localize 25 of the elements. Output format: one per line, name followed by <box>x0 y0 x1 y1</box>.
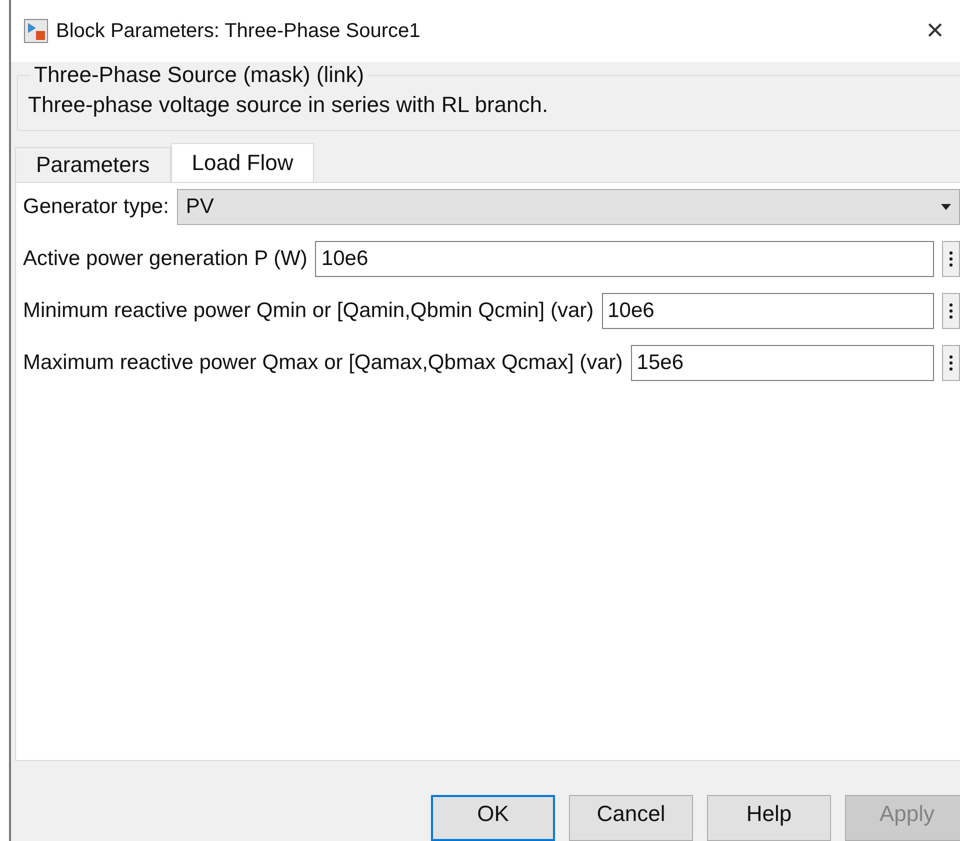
field-label: Generator type: <box>23 195 169 219</box>
caret-icon <box>941 204 951 210</box>
dialog-button[interactable]: Cancel <box>569 795 693 841</box>
block-description: Three-phase voltage source in series with RL branch. <box>28 92 550 118</box>
input-field[interactable]: 10e6 <box>315 241 934 277</box>
tab[interactable]: Load Flow <box>170 143 314 183</box>
block-icon <box>24 19 48 43</box>
field-label: Active power generation P (W) <box>23 247 308 271</box>
tab[interactable]: Parameters <box>15 147 171 183</box>
window-title: Block Parameters: Three-Phase Source1 <box>56 20 422 42</box>
more-icon <box>949 251 953 267</box>
more-options-button[interactable] <box>942 241 960 277</box>
close-button[interactable]: × <box>910 6 960 56</box>
field-label: Maximum reactive power Qmax or [Qamax,Qbmax Qcmax] (var) <box>23 351 623 375</box>
dialog-button[interactable]: OK <box>431 795 555 841</box>
group-title: Three-Phase Source (mask) (link) <box>33 62 366 88</box>
more-options-button[interactable] <box>942 293 960 329</box>
field-label: Minimum reactive power Qmin or [Qamin,Qbmin Qcmin] (var) <box>23 299 594 323</box>
more-icon <box>949 303 953 319</box>
more-options-button[interactable] <box>942 345 960 381</box>
input-field[interactable]: 10e6 <box>602 293 934 329</box>
input-field[interactable]: 15e6 <box>630 345 934 381</box>
dialog-button[interactable]: Help <box>707 795 831 841</box>
generator-type-dropdown[interactable]: PV <box>176 189 960 225</box>
more-icon <box>949 355 953 371</box>
